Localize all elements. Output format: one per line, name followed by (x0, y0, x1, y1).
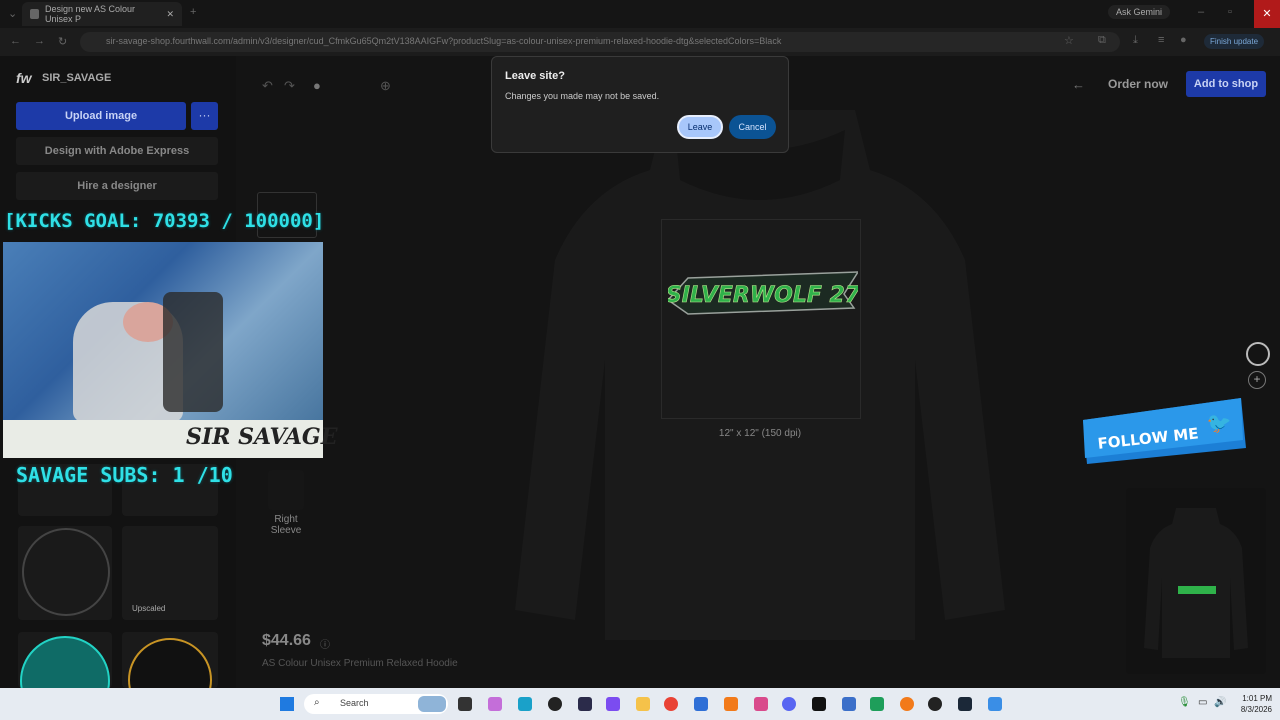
profile-icon[interactable]: ● (1180, 34, 1187, 46)
soundcloud-icon[interactable] (724, 697, 738, 711)
app-icon[interactable] (842, 697, 856, 711)
start-windows-icon[interactable] (280, 697, 294, 711)
clock-time: 1:01 PM (1242, 694, 1272, 703)
more-options-button[interactable]: ··· (191, 102, 218, 130)
twitter-bird-icon: 🐦 (1207, 413, 1232, 435)
new-tab-icon[interactable]: + (190, 6, 196, 18)
price: $44.66 (262, 632, 311, 649)
redo-icon[interactable]: ↷ (284, 78, 295, 94)
back-arrow-icon[interactable]: ← (1072, 77, 1085, 92)
extensions-icon[interactable]: ⧉ (1098, 34, 1106, 47)
info-icon[interactable]: ⓘ (320, 636, 330, 651)
media-icon[interactable]: ≡ (1158, 34, 1164, 46)
dialog-message: Changes you made may not be saved. (505, 91, 660, 101)
undo-icon[interactable]: ↶ (262, 78, 273, 94)
tab-search-icon[interactable]: ⌄ (8, 7, 17, 20)
kicks-goal-overlay: [KICKS GOAL: 70393 / 100000] (4, 210, 325, 232)
task-view-icon[interactable] (458, 697, 472, 711)
store-name: SIR_SAVAGE (42, 72, 112, 84)
add-to-shop-button[interactable]: Add to shop (1186, 71, 1266, 97)
finish-update-button[interactable]: Finish update (1204, 34, 1265, 49)
discord-icon[interactable] (782, 697, 796, 711)
address-bar-row: ← → ↻ sir-savage-shop.fourthwall.com/adm… (0, 28, 1280, 56)
capcut-icon[interactable] (812, 697, 826, 711)
back-icon[interactable]: ← (10, 35, 21, 47)
copilot-icon[interactable] (488, 697, 502, 711)
obs-icon[interactable] (928, 697, 942, 711)
order-now-button[interactable]: Order now (1108, 77, 1168, 91)
product-preview[interactable] (1126, 488, 1266, 674)
upscaled-label: Upscaled (132, 604, 166, 613)
leave-button[interactable]: Leave (677, 115, 723, 139)
ask-gemini-button[interactable]: Ask Gemini (1108, 5, 1171, 19)
tab-close-icon[interactable]: ✕ (166, 9, 174, 20)
app-icon[interactable] (518, 697, 532, 711)
asset-thumbnail[interactable] (18, 526, 112, 620)
mic-icon[interactable]: 🎙 (1178, 697, 1191, 708)
minimize-icon[interactable]: – (1198, 6, 1204, 18)
design-text: SILVERWOLF 27 (668, 283, 858, 308)
app-icon[interactable] (900, 697, 914, 711)
preview-hoodie (1144, 508, 1248, 658)
app-icon[interactable] (548, 697, 562, 711)
app-icon[interactable] (870, 697, 884, 711)
hire-designer-button[interactable]: Hire a designer (16, 172, 218, 200)
clock[interactable]: 1:01 PM 8/3/2026 (1234, 693, 1272, 715)
app-icon[interactable] (578, 697, 592, 711)
search-icon: ⌕ (314, 697, 320, 708)
follow-me-badge: FOLLOW ME 🐦 (1083, 398, 1246, 464)
print-size-label: 12" x 12" (150 dpi) (718, 428, 802, 439)
tab-title: Design new AS Colour Unisex P (44, 4, 136, 24)
subs-goal-overlay: SAVAGE SUBS: 1 /10 (16, 463, 233, 487)
zoom-icon[interactable]: ⊕ (380, 78, 391, 94)
window-close-button[interactable]: ✕ (1254, 0, 1280, 28)
forward-icon[interactable]: → (34, 35, 45, 47)
dialog-title: Leave site? (505, 70, 565, 82)
download-icon[interactable]: ⤓ (1133, 34, 1138, 47)
restore-icon[interactable]: ▫ (1228, 6, 1232, 18)
sir-savage-logo: SIR SAVAGE (186, 424, 338, 450)
asset-thumbnail[interactable] (18, 632, 112, 688)
right-sleeve-label: Right Sleeve (270, 514, 302, 536)
favicon-icon (30, 9, 39, 19)
file-explorer-icon[interactable] (636, 697, 650, 711)
widget-icon[interactable] (418, 696, 446, 712)
chrome-icon[interactable] (664, 697, 678, 711)
color-dot-icon[interactable]: ● (313, 78, 321, 93)
browser-tab[interactable]: Design new AS Colour Unisex P ✕ (22, 2, 182, 26)
volume-icon[interactable]: 🔊 (1214, 697, 1226, 708)
print-area[interactable] (661, 219, 861, 419)
silverwolf-design[interactable]: SILVERWOLF 27 (668, 270, 858, 316)
fourthwall-logo: fw (16, 70, 32, 86)
app-icon[interactable] (694, 697, 708, 711)
steam-icon[interactable] (958, 697, 972, 711)
network-icon[interactable]: ▭ (1198, 697, 1207, 708)
color-swatch-black[interactable] (1246, 342, 1270, 366)
app-icon[interactable] (754, 697, 768, 711)
reload-icon[interactable]: ↻ (58, 35, 67, 48)
upload-image-button[interactable]: Upload image (16, 102, 186, 130)
sleeve-thumbnail[interactable] (268, 470, 304, 510)
product-name: AS Colour Unisex Premium Relaxed Hoodie (262, 658, 458, 669)
bookmark-star-icon[interactable]: ☆ (1064, 34, 1074, 47)
adobe-express-button[interactable]: Design with Adobe Express (16, 137, 218, 165)
browser-tab-bar: ⌄ Design new AS Colour Unisex P ✕ + Ask … (0, 0, 1280, 28)
url-field[interactable]: sir-savage-shop.fourthwall.com/admin/v3/… (80, 32, 1120, 52)
add-color-icon[interactable]: + (1248, 371, 1266, 389)
asset-thumbnail[interactable] (122, 632, 218, 688)
cancel-button[interactable]: Cancel (729, 115, 776, 139)
clock-date: 8/3/2026 (1240, 705, 1272, 714)
asset-thumbnail[interactable]: Upscaled (122, 526, 218, 620)
app-icon[interactable] (988, 697, 1002, 711)
app-icon[interactable] (606, 697, 620, 711)
